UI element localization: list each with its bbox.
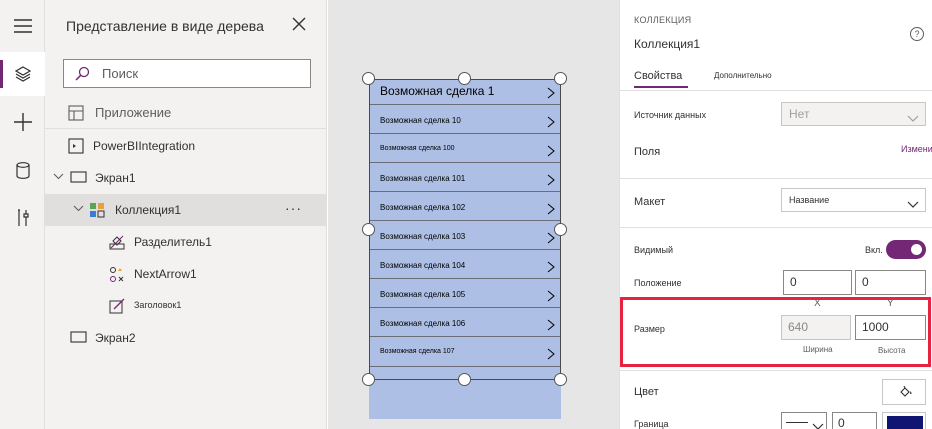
database-icon[interactable] — [0, 148, 45, 192]
app-icon — [68, 105, 85, 122]
search-placeholder: Поиск — [102, 66, 139, 81]
toggle-state: Вкл. — [865, 245, 883, 255]
resize-handle-left[interactable] — [362, 223, 375, 236]
data-source-label: Источник данных — [634, 110, 707, 120]
size-label: Размер — [634, 324, 665, 334]
width-label: Ширина — [803, 345, 833, 354]
width-input[interactable]: 640 — [781, 315, 851, 340]
border-color-picker[interactable] — [882, 412, 926, 429]
position-y-input[interactable]: 0 — [855, 270, 926, 295]
tree-item-label: Заголовок1 — [134, 300, 182, 310]
tree-item-label: Экран2 — [95, 331, 136, 345]
visible-label: Видимый — [634, 245, 673, 255]
left-rail — [0, 0, 45, 429]
tree-item-screen1[interactable]: Экран1 — [45, 162, 327, 194]
border-color-swatch — [887, 416, 923, 429]
tree-item-screen2[interactable]: Экран2 — [45, 322, 327, 354]
tree-item-label: Разделитель1 — [134, 235, 212, 249]
screen-icon — [70, 170, 87, 187]
tree-item-app[interactable]: Приложение — [45, 97, 327, 129]
resize-handle-bottom-right[interactable] — [554, 373, 567, 386]
chevron-down-icon[interactable] — [53, 171, 65, 183]
dropdown-value: Название — [789, 195, 830, 205]
separator-icon — [109, 234, 126, 251]
edit-fields-link[interactable]: Изменить — [901, 144, 932, 154]
height-input[interactable]: 1000 — [855, 315, 926, 340]
divider — [620, 370, 932, 371]
control-name: Коллекция1 — [634, 37, 701, 51]
tab-advanced[interactable]: Дополнительно — [714, 71, 772, 80]
layers-icon[interactable] — [0, 52, 45, 96]
hamburger-icon[interactable] — [0, 4, 45, 48]
active-tab-indicator — [634, 86, 688, 88]
search-input[interactable]: Поиск — [63, 59, 311, 88]
chevron-down-icon — [907, 110, 919, 122]
tools-icon[interactable] — [0, 196, 45, 240]
plus-icon[interactable] — [0, 100, 45, 144]
tab-properties[interactable]: Свойства — [634, 70, 682, 82]
visible-toggle[interactable] — [886, 240, 926, 259]
help-icon[interactable]: ? — [910, 27, 924, 41]
tree-item-gallery1[interactable]: Коллекция1 ··· — [45, 194, 327, 226]
icon-control-icon — [109, 266, 126, 283]
resize-handle-right[interactable] — [554, 223, 567, 236]
fields-label: Поля — [634, 146, 661, 158]
label-icon — [109, 298, 126, 315]
divider — [620, 227, 932, 228]
chevron-down-icon — [907, 196, 919, 208]
tree-item-title1[interactable]: Заголовок1 — [45, 290, 327, 322]
chevron-down-icon — [812, 418, 824, 429]
divider — [620, 90, 932, 91]
tree-item-label: Экран1 — [95, 171, 136, 185]
position-x-input[interactable]: 0 — [783, 270, 852, 295]
resize-handle-top-right[interactable] — [554, 72, 567, 85]
resize-handle-bottom[interactable] — [458, 373, 471, 386]
toggle-knob — [911, 244, 922, 255]
line-style-preview — [786, 422, 808, 423]
control-type: КОЛЛЕКЦИЯ — [634, 15, 692, 25]
tree-item-label: PowerBIIntegration — [93, 139, 196, 153]
tree-item-separator1[interactable]: Разделитель1 — [45, 226, 327, 258]
tree-item-powerbi[interactable]: PowerBIIntegration — [45, 130, 327, 162]
layout-label: Макет — [634, 196, 666, 208]
close-icon[interactable] — [291, 16, 309, 34]
design-canvas[interactable]: Возможная сделка 1 Возможная сделка 10 В… — [328, 0, 619, 429]
tree-item-label: Коллекция1 — [115, 203, 182, 217]
color-label: Цвет — [634, 386, 659, 398]
paint-bucket-icon — [898, 385, 912, 404]
divider — [620, 178, 932, 179]
screen-icon — [70, 330, 87, 347]
border-style-dropdown[interactable] — [781, 412, 827, 429]
dropdown-value: Нет — [789, 107, 810, 121]
tree-item-nextarrow1[interactable]: NextArrow1 — [45, 258, 327, 290]
chevron-down-icon[interactable] — [73, 203, 85, 215]
position-label: Положение — [634, 278, 682, 288]
height-label: Высота — [878, 346, 906, 355]
powerbi-icon — [68, 138, 85, 155]
panel-title: Представление в виде дерева — [66, 18, 264, 34]
properties-panel: КОЛЛЕКЦИЯ Коллекция1 ? Свойства Дополнит… — [619, 0, 932, 429]
color-picker-button[interactable] — [882, 379, 926, 405]
resize-handle-top-left[interactable] — [362, 72, 375, 85]
layout-dropdown[interactable]: Название — [781, 188, 926, 212]
border-width-input[interactable]: 0 — [832, 412, 877, 429]
tree-item-label: Приложение — [95, 105, 172, 120]
more-options-icon[interactable]: ··· — [285, 200, 302, 216]
border-label: Граница — [634, 419, 669, 429]
selection-frame — [369, 79, 561, 380]
tree-item-label: NextArrow1 — [134, 267, 197, 281]
data-source-dropdown[interactable]: Нет — [781, 102, 926, 126]
resize-handle-bottom-left[interactable] — [362, 373, 375, 386]
tree-view-panel: Представление в виде дерева Поиск Прилож… — [45, 0, 327, 429]
search-icon — [74, 66, 90, 87]
gallery-icon — [89, 202, 106, 219]
resize-handle-top[interactable] — [458, 72, 471, 85]
